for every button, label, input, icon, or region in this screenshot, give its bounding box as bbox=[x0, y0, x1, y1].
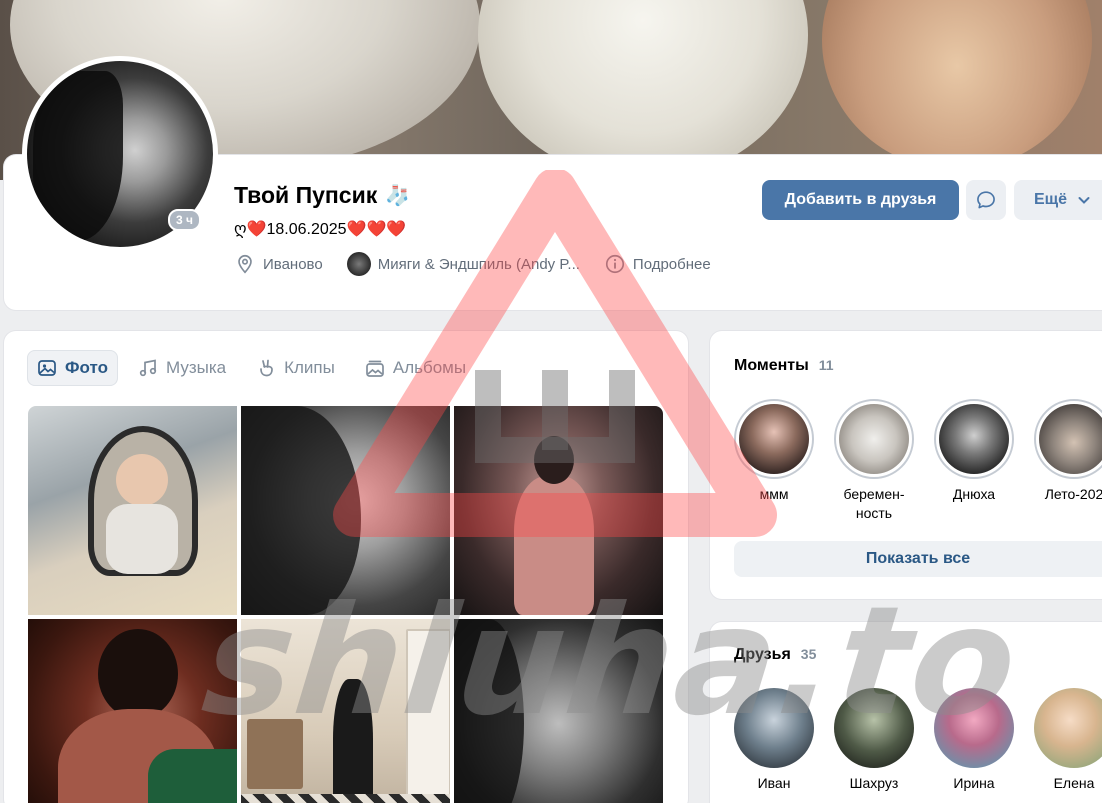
tab-albums[interactable]: Альбомы bbox=[355, 350, 476, 386]
show-all-label: Показать все bbox=[865, 550, 971, 567]
friends-count: 35 bbox=[800, 646, 817, 662]
moments-header[interactable]: Моменты 11 bbox=[734, 357, 834, 375]
message-bubble-icon bbox=[977, 191, 995, 209]
music-info[interactable]: Мияги & Эндшпиль (Andy P... bbox=[346, 252, 580, 276]
friend-name: Шахруз bbox=[849, 775, 899, 791]
friend-item[interactable]: Шахруз bbox=[834, 688, 914, 793]
photo-thumbnail[interactable] bbox=[28, 619, 237, 803]
tab-photos-label: Фото bbox=[65, 358, 108, 377]
friend-item[interactable]: Елена bbox=[1034, 688, 1102, 793]
friends-header[interactable]: Друзья 35 bbox=[734, 646, 816, 664]
chevron-down-icon bbox=[1078, 197, 1090, 204]
add-friend-button[interactable]: Добавить в друзья bbox=[762, 180, 959, 220]
friends-card: Друзья 35 Иван Шахруз Ирина Елена bbox=[710, 622, 1102, 803]
profile-status: ღ❤️18.06.2025❤️❤️❤️ bbox=[234, 221, 407, 238]
moment-label: Лето-202 bbox=[1044, 486, 1102, 502]
friend-avatar bbox=[734, 688, 814, 768]
friends-row: Иван Шахруз Ирина Елена bbox=[734, 688, 1102, 793]
more-label: Ещё bbox=[1034, 191, 1068, 208]
photo-thumbnail[interactable] bbox=[28, 406, 237, 615]
city-label: Иваново bbox=[263, 255, 323, 273]
friend-avatar bbox=[834, 688, 914, 768]
albums-icon bbox=[366, 360, 384, 377]
tab-music[interactable]: Музыка bbox=[128, 350, 236, 386]
friend-avatar bbox=[934, 688, 1014, 768]
clips-hand-icon bbox=[260, 359, 273, 377]
moment-item[interactable]: Днюха bbox=[934, 399, 1014, 523]
photo-thumbnail[interactable] bbox=[454, 406, 663, 615]
photo-grid bbox=[28, 406, 663, 803]
moment-label: ммм bbox=[759, 486, 789, 502]
moments-count: 11 bbox=[818, 357, 834, 373]
tab-albums-label: Альбомы bbox=[392, 358, 467, 377]
friend-name: Елена bbox=[1053, 775, 1095, 791]
tab-clips-label: Клипы bbox=[284, 358, 335, 377]
profile-name: Твой Пупсик 🧦 bbox=[234, 182, 410, 209]
info-icon bbox=[605, 254, 624, 274]
location-pin-icon bbox=[238, 254, 252, 274]
friend-item[interactable]: Ирина bbox=[934, 688, 1014, 793]
tab-clips[interactable]: Клипы bbox=[246, 350, 345, 386]
friend-name: Ирина bbox=[953, 775, 995, 791]
message-button[interactable] bbox=[966, 180, 1006, 220]
music-cover-thumb bbox=[346, 252, 371, 276]
profile-info-row: Иваново Мияги & Эндшпиль (Andy P... Подр… bbox=[234, 252, 735, 276]
city-info[interactable]: Иваново bbox=[234, 253, 323, 275]
more-button[interactable]: Ещё bbox=[1014, 180, 1102, 220]
friend-avatar bbox=[1034, 688, 1102, 768]
cover-eyeshadow-pan bbox=[822, 0, 1092, 170]
friends-title: Друзья bbox=[734, 646, 791, 663]
moments-card: Моменты 11 ммм беремен-ность Днюха Лето-… bbox=[710, 331, 1102, 599]
moment-item[interactable]: беремен-ность bbox=[834, 399, 914, 523]
moment-item[interactable]: ммм bbox=[734, 399, 814, 523]
profile-name-text: Твой Пупсик bbox=[234, 182, 378, 208]
details-label: Подробнее bbox=[632, 255, 711, 273]
photo-icon bbox=[38, 360, 56, 376]
photo-thumbnail[interactable] bbox=[241, 406, 450, 615]
media-tabs: Фото Музыка Клипы Альбомы bbox=[27, 350, 476, 386]
media-card: Фото Музыка Клипы Альбомы bbox=[4, 331, 688, 803]
music-label: Мияги & Эндшпиль (Andy P... bbox=[377, 255, 580, 273]
music-note-icon bbox=[139, 359, 157, 377]
moments-row: ммм беремен-ность Днюха Лето-202 bbox=[734, 399, 1102, 523]
moment-label: Днюха bbox=[952, 486, 996, 502]
friend-name: Иван bbox=[757, 775, 791, 791]
socks-emoji-icon: 🧦 bbox=[385, 185, 411, 207]
moments-title: Моменты bbox=[734, 357, 809, 374]
moment-item[interactable]: Лето-202 bbox=[1034, 399, 1102, 523]
cover-eyeshadow-pan bbox=[478, 0, 808, 180]
friend-item[interactable]: Иван bbox=[734, 688, 814, 793]
show-all-moments-button[interactable]: Показать все bbox=[734, 541, 1102, 577]
details-link[interactable]: Подробнее bbox=[604, 253, 711, 275]
moment-label: беремен-ность bbox=[843, 486, 905, 521]
photo-thumbnail[interactable] bbox=[241, 619, 450, 803]
photo-thumbnail[interactable] bbox=[454, 619, 663, 803]
tab-music-label: Музыка bbox=[165, 358, 227, 377]
tab-photos[interactable]: Фото bbox=[27, 350, 118, 386]
online-badge: 3 ч bbox=[168, 209, 201, 231]
